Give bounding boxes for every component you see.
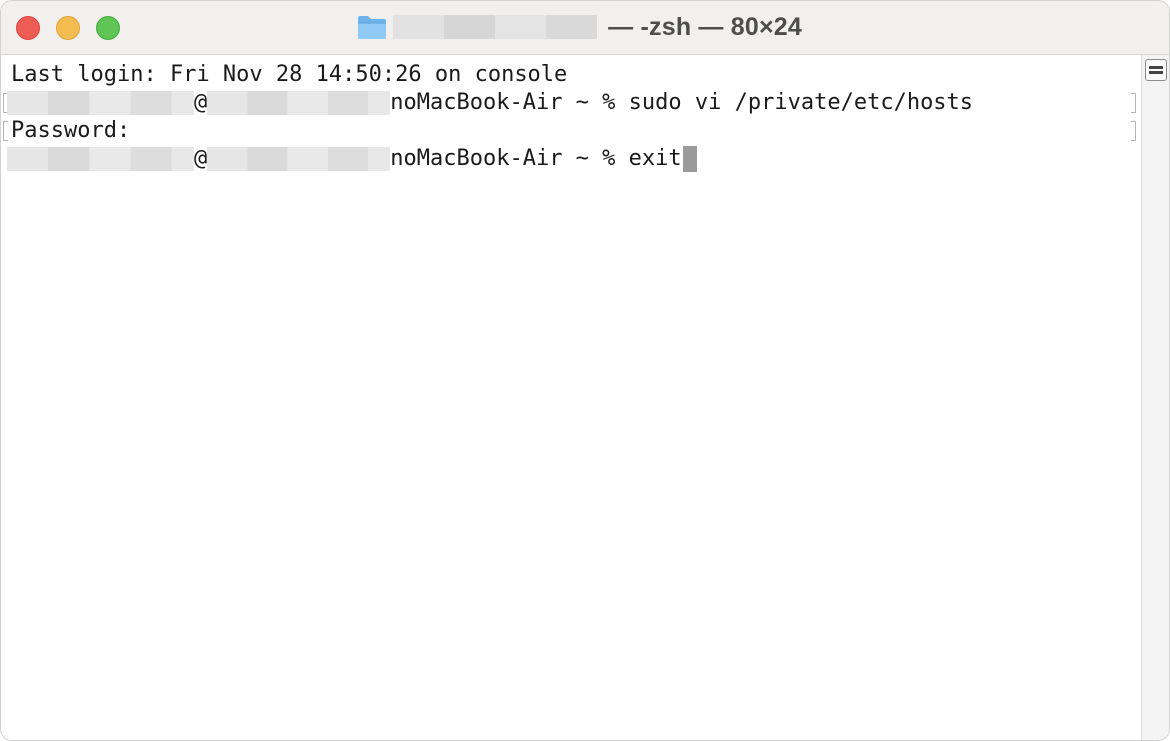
terminal-line-prompt-1: @ noMacBook-Air ~ % sudo vi /private/etc/… bbox=[7, 89, 973, 117]
terminal-content[interactable]: Last login: Fri Nov 28 14:50:26 on conso… bbox=[1, 55, 1141, 740]
zoom-window-button[interactable] bbox=[96, 16, 120, 40]
redacted-directory-name bbox=[393, 15, 597, 39]
close-window-button[interactable] bbox=[16, 16, 40, 40]
mark-bracket-left bbox=[3, 121, 8, 141]
scrollbar[interactable] bbox=[1141, 55, 1169, 740]
password-prompt: Password: bbox=[11, 118, 131, 143]
mark-bracket-right bbox=[1131, 93, 1136, 113]
title-text: — -zsh — 80×24 bbox=[601, 12, 802, 41]
minimize-window-button[interactable] bbox=[56, 16, 80, 40]
mark-bracket-right bbox=[1131, 121, 1136, 141]
text-cursor bbox=[682, 146, 697, 172]
terminal-line-prompt-2: @ noMacBook-Air ~ % exit bbox=[7, 145, 697, 173]
terminal-window: — -zsh — 80×24 Last login: Fri Nov 28 14… bbox=[0, 0, 1170, 741]
title-bar[interactable]: — -zsh — 80×24 bbox=[1, 1, 1169, 55]
terminal-line-login: Last login: Fri Nov 28 14:50:26 on conso… bbox=[11, 61, 567, 89]
command-text: sudo vi /private/etc/hosts bbox=[628, 90, 974, 115]
folder-icon bbox=[358, 16, 386, 39]
window-title: — -zsh — 80×24 bbox=[357, 11, 802, 43]
redacted-hostname bbox=[207, 91, 391, 115]
at-symbol: @ bbox=[194, 90, 208, 115]
login-text: Last login: Fri Nov 28 14:50:26 on conso… bbox=[11, 62, 568, 87]
at-symbol: @ bbox=[194, 146, 208, 171]
command-text: exit bbox=[628, 146, 682, 171]
redacted-username bbox=[7, 147, 194, 171]
split-pane-icon[interactable] bbox=[1145, 59, 1167, 81]
redacted-hostname bbox=[207, 147, 391, 171]
terminal-line-password: Password: bbox=[11, 117, 130, 145]
prompt-suffix: noMacBook-Air ~ % bbox=[390, 90, 629, 115]
redacted-username bbox=[7, 91, 194, 115]
prompt-suffix: noMacBook-Air ~ % bbox=[390, 146, 629, 171]
